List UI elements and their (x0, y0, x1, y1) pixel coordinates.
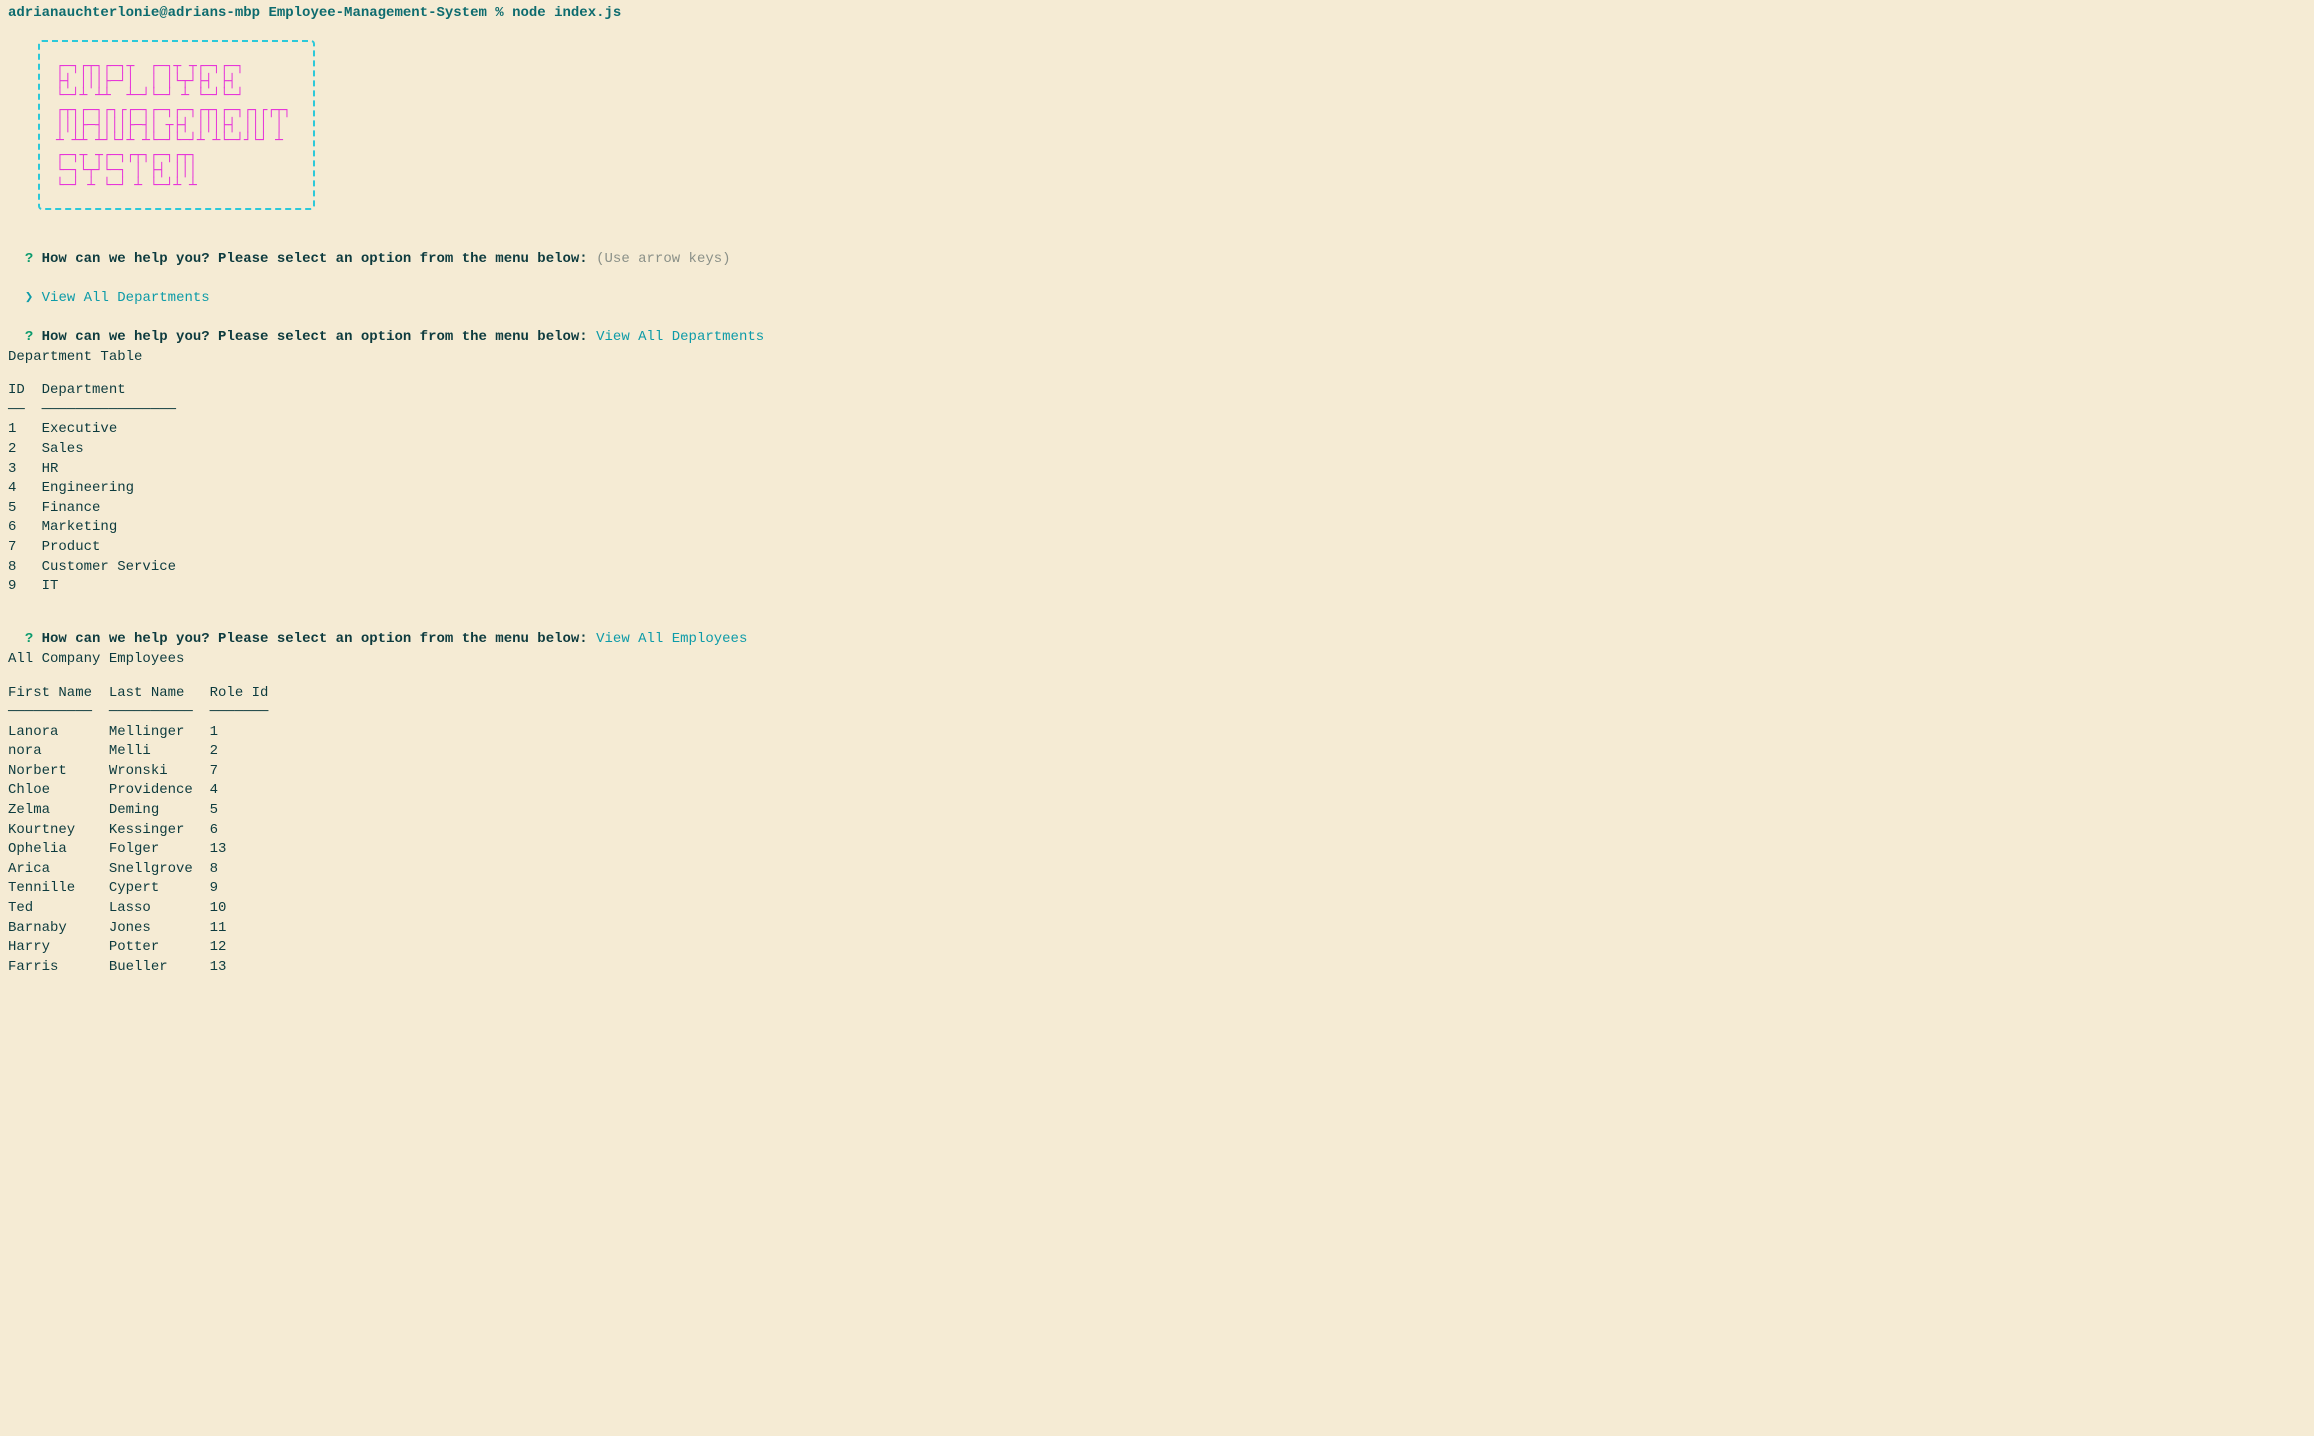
menu-option-selected[interactable]: ❯ View All Departments (8, 269, 2306, 308)
hint-text: (Use arrow keys) (596, 251, 730, 267)
question-text: How can we help you? Please select an op… (33, 329, 596, 345)
question-text: How can we help you? Please select an op… (33, 631, 596, 647)
ascii-banner-box: ┌─┐┌┬┐┌─┐┬ ┌─┐┬ ┬┌─┐┌─┐ ├┤ │││├─┘│ │ │└┬… (38, 40, 315, 210)
spacer (8, 597, 2306, 611)
emp-table-header: First Name Last Name Role Id (8, 684, 2306, 704)
shell-prompt: adrianauchterlonie@adrians-mbp Employee-… (8, 4, 2306, 24)
emp-table-rows: Lanora Mellinger 1 nora Melli 2 Norbert … (8, 723, 2306, 978)
option-label: View All Departments (33, 290, 209, 306)
dept-table-rows: 1 Executive 2 Sales 3 HR 4 Engineering 5… (8, 420, 2306, 596)
question-mark-icon: ? (25, 329, 33, 345)
pointer-icon: ❯ (25, 290, 33, 306)
answer-text: View All Employees (596, 631, 747, 647)
dept-table-divider: ── ──────────────── (8, 401, 2306, 421)
dept-table-title: Department Table (8, 348, 2306, 368)
ascii-banner-art: ┌─┐┌┬┐┌─┐┬ ┌─┐┬ ┬┌─┐┌─┐ ├┤ │││├─┘│ │ │└┬… (56, 60, 291, 194)
question-mark-icon: ? (25, 631, 33, 647)
answer-text: View All Departments (596, 329, 764, 345)
prompt-line-2: ? How can we help you? Please select an … (8, 308, 2306, 347)
question-mark-icon: ? (25, 251, 33, 267)
emp-table-divider: ────────── ────────── ─────── (8, 703, 2306, 723)
question-text: How can we help you? Please select an op… (33, 251, 596, 267)
prompt-line-3: ? How can we help you? Please select an … (8, 611, 2306, 650)
spacer (8, 670, 2306, 684)
emp-table-title: All Company Employees (8, 650, 2306, 670)
prompt-line-1: ? How can we help you? Please select an … (8, 230, 2306, 269)
spacer (8, 367, 2306, 381)
dept-table-header: ID Department (8, 381, 2306, 401)
